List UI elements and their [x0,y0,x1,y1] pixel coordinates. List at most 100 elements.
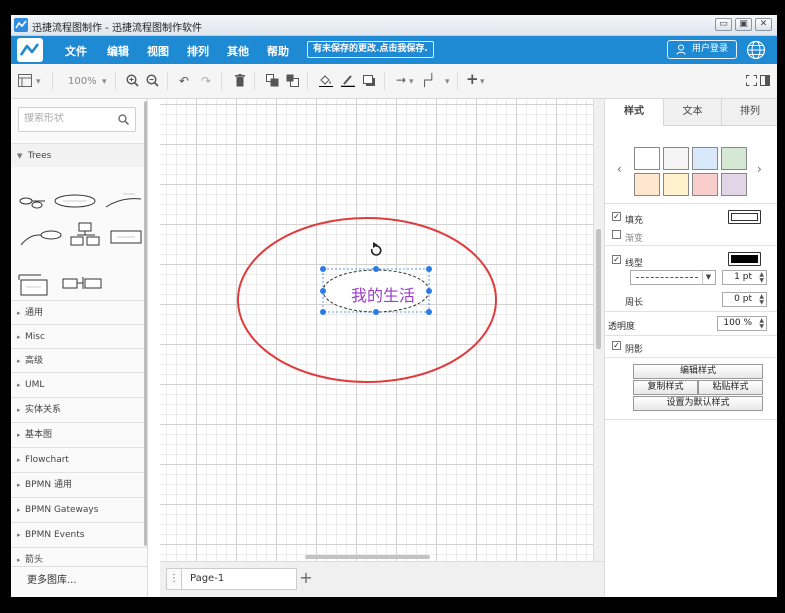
page-menu-icon[interactable]: ⋮ [166,568,182,590]
shape-search-box[interactable] [18,107,136,132]
delete-icon[interactable] [235,74,245,87]
shape-sub-tree-box[interactable] [110,230,142,244]
tab-style[interactable]: 样式 [605,99,663,126]
sidebar-scrollbar[interactable] [144,101,147,546]
connection-dropdown-icon[interactable]: ▾ [409,75,414,89]
section-bpmn-general[interactable]: ▸ BPMN 通用 [11,472,147,496]
shape-mindmap-branch[interactable] [19,197,45,209]
copy-style-button[interactable]: 复制样式 [633,380,698,395]
section-trees[interactable]: ▼ Trees [11,143,147,167]
style-swatch[interactable] [663,173,689,196]
title-bar: 迅捷流程图制作 - 迅捷流程图制作软件 ▭ ▣ ✕ [11,15,777,36]
page-view-icon[interactable] [18,74,32,87]
canvas-vertical-scrollbar[interactable] [593,99,604,561]
menu-file[interactable]: 文件 [65,43,87,59]
more-libraries-button[interactable]: 更多图库... [11,566,147,597]
fill-color-icon[interactable] [319,74,333,87]
line-pattern-select[interactable]: ▼ [630,270,716,285]
style-swatch[interactable] [634,147,660,170]
caret-down-icon: ▼ [17,152,23,160]
zoom-dropdown-icon[interactable]: ▾ [102,75,107,89]
section-advanced[interactable]: ▸ 高级 [11,348,147,372]
fullscreen-icon[interactable] [746,75,757,86]
perimeter-input[interactable]: 0 pt ▲ ▼ [722,292,767,307]
menu-view[interactable]: 视图 [147,43,169,59]
redo-icon[interactable]: ↷ [201,74,211,88]
zoom-level[interactable]: 100% [68,75,97,89]
menu-help[interactable]: 帮助 [267,43,289,59]
swatch-next-icon[interactable]: › [757,162,762,176]
zoom-in-icon[interactable] [126,74,139,87]
style-swatch[interactable] [634,173,660,196]
style-swatch[interactable] [692,147,718,170]
fill-checkbox[interactable]: ✓ [612,212,621,221]
shape-horizontal-tree[interactable] [62,277,102,289]
style-swatch[interactable] [692,173,718,196]
tab-text[interactable]: 文本 [663,99,721,126]
waypoints-icon[interactable]: ┌┘ [421,73,435,87]
shape-tree-container[interactable] [18,274,48,296]
panel-toggle-icon[interactable] [760,75,770,86]
undo-icon[interactable]: ↶ [179,74,189,88]
edit-style-button[interactable]: 编辑样式 [633,364,763,379]
waypoints-dropdown-icon[interactable]: ▾ [445,75,450,89]
spinner-icon[interactable]: ▲ ▼ [759,294,764,306]
close-button[interactable]: ✕ [755,18,772,31]
search-icon[interactable] [118,114,129,125]
style-swatch[interactable] [721,173,747,196]
window-title: 迅捷流程图制作 - 迅捷流程图制作软件 [32,23,202,34]
set-default-style-button[interactable]: 设置为默认样式 [633,396,763,411]
section-uml[interactable]: ▸ UML [11,372,147,396]
opacity-input[interactable]: 100 % ▲ ▼ [717,316,767,331]
globe-icon[interactable] [746,40,766,60]
section-general[interactable]: ▸ 通用 [11,300,147,324]
shadow-icon[interactable] [363,75,375,86]
tab-arrange[interactable]: 排列 [721,99,777,126]
line-checkbox[interactable]: ✓ [612,255,621,264]
shape-search-input[interactable] [24,113,114,124]
to-back-icon[interactable] [286,74,299,87]
add-page-icon[interactable]: + [296,568,316,590]
connection-arrow-icon[interactable]: → [396,73,406,87]
shape-label[interactable]: 我的生活 [331,282,435,306]
section-flowchart[interactable]: ▸ Flowchart [11,447,147,471]
diagram-canvas[interactable]: 我的生活 [160,99,593,561]
menu-arrange[interactable]: 排列 [187,43,209,59]
fill-color-picker[interactable] [728,210,761,224]
rotate-handle-icon[interactable] [370,242,382,256]
style-swatch[interactable] [663,147,689,170]
insert-plus-icon[interactable]: + [466,72,479,87]
section-bpmn-gateways[interactable]: ▸ BPMN Gateways [11,497,147,521]
canvas-horizontal-scrollbar[interactable] [160,553,593,561]
menu-other[interactable]: 其他 [227,43,249,59]
swatch-prev-icon[interactable]: ‹ [617,162,622,176]
minimize-button[interactable]: ▭ [715,18,732,31]
section-entity-relation[interactable]: ▸ 实体关系 [11,397,147,421]
line-width-input[interactable]: 1 pt ▲ ▼ [722,270,767,285]
to-front-icon[interactable] [266,74,279,87]
insert-dropdown-icon[interactable]: ▾ [480,75,485,89]
line-color-icon[interactable] [341,74,355,87]
page-tab[interactable]: Page-1 [182,568,297,590]
unsaved-changes-button[interactable]: 有未保存的更改.点击我保存. [307,41,434,58]
paste-style-button[interactable]: 粘贴样式 [698,380,763,395]
style-swatch[interactable] [721,147,747,170]
maximize-button[interactable]: ▣ [735,18,752,31]
section-bpmn-events[interactable]: ▸ BPMN Events [11,522,147,546]
gradient-label: 渐变 [625,234,644,244]
page-view-dropdown-icon[interactable]: ▾ [36,75,41,89]
zoom-out-icon[interactable] [146,74,159,87]
spinner-icon[interactable]: ▲ ▼ [759,272,764,284]
shadow-checkbox[interactable]: ✓ [612,341,621,350]
line-color-picker[interactable] [728,252,761,266]
section-misc[interactable]: ▸ Misc [11,324,147,348]
spinner-icon[interactable]: ▲ ▼ [759,318,764,330]
shape-branch-line[interactable] [105,193,142,208]
gradient-checkbox[interactable] [612,230,621,239]
user-login-button[interactable]: 用户登录 [667,40,737,59]
section-basic[interactable]: ▸ 基本图 [11,422,147,446]
shape-org-chart[interactable] [70,222,100,246]
shape-topic-curve[interactable] [20,230,62,246]
shape-central-idea[interactable] [54,194,96,208]
menu-edit[interactable]: 编辑 [107,43,129,59]
